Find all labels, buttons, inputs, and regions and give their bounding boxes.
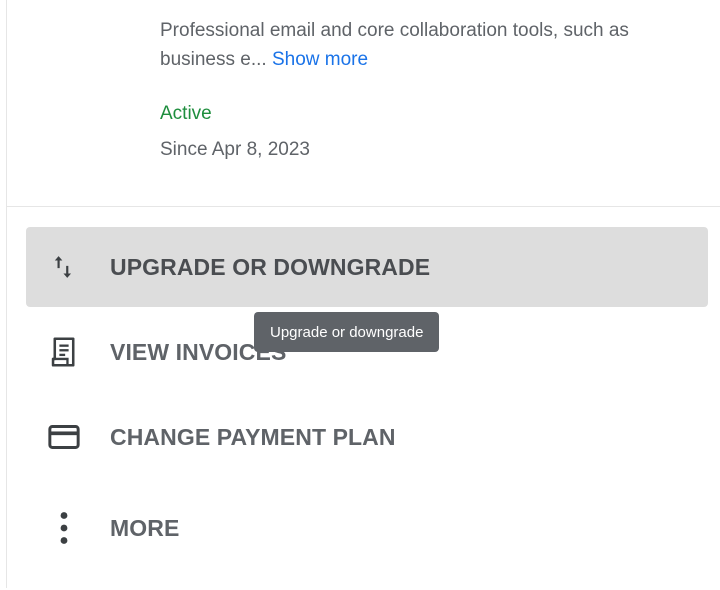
credit-card-icon bbox=[40, 413, 88, 461]
product-description: Professional email and core collaboratio… bbox=[160, 16, 680, 74]
subscription-card: Professional email and core collaboratio… bbox=[0, 0, 720, 590]
since-date: Since Apr 8, 2023 bbox=[160, 139, 310, 160]
card-border bbox=[6, 0, 7, 588]
divider bbox=[6, 206, 720, 207]
receipt-icon bbox=[40, 328, 88, 376]
description-text: Professional email and core collaboratio… bbox=[160, 20, 629, 70]
status-label: Active bbox=[160, 103, 212, 124]
more-vert-icon bbox=[40, 504, 88, 552]
more-button[interactable]: MORE bbox=[26, 488, 708, 568]
upgrade-or-downgrade-button[interactable]: UPGRADE OR DOWNGRADE bbox=[26, 227, 708, 307]
tooltip: Upgrade or downgrade bbox=[254, 312, 440, 352]
action-label: MORE bbox=[110, 514, 180, 541]
change-payment-plan-button[interactable]: CHANGE PAYMENT PLAN bbox=[26, 397, 708, 477]
action-label: UPGRADE OR DOWNGRADE bbox=[110, 253, 431, 280]
action-label: CHANGE PAYMENT PLAN bbox=[110, 423, 396, 450]
show-more-link[interactable]: Show more bbox=[272, 49, 368, 70]
swap-vert-icon bbox=[40, 243, 88, 291]
